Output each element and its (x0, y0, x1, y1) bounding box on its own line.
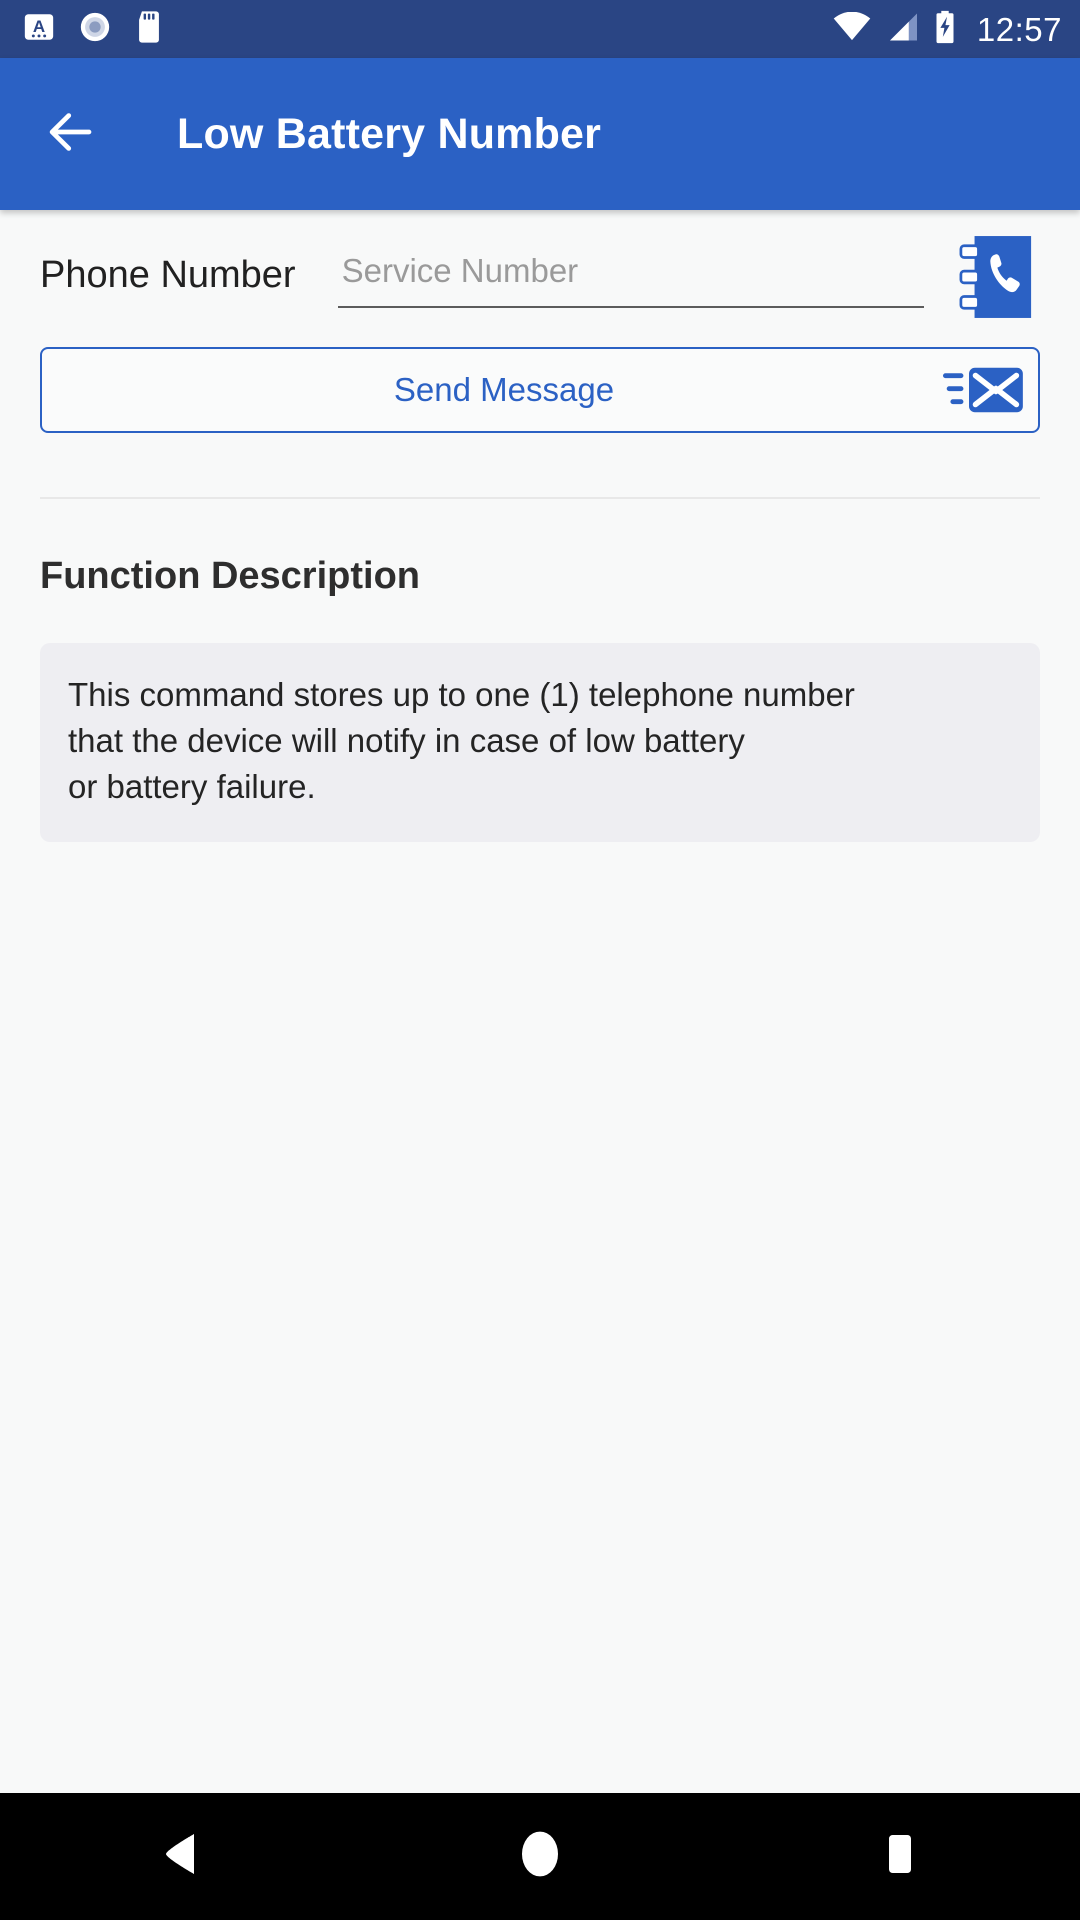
contact-book-icon (957, 232, 1035, 327)
main-content: Phone Number Send Message (0, 210, 1080, 1793)
app-notification-icon: A (22, 10, 56, 49)
status-bar-right-icons: 12:57 (833, 10, 1062, 49)
send-message-envelope-icon (926, 364, 1038, 416)
description-line: This command stores up to one (1) teleph… (68, 676, 855, 713)
phone-number-input-wrapper (337, 251, 924, 308)
app-bar: Low Battery Number (0, 58, 1080, 210)
nav-recents-button[interactable] (825, 1793, 975, 1920)
svg-text:A: A (33, 16, 45, 35)
description-line: or battery failure. (68, 767, 316, 805)
phone-number-input[interactable] (337, 251, 924, 292)
send-message-button-label: Send Message (393, 371, 615, 408)
nav-home-button[interactable] (465, 1793, 615, 1920)
back-triangle-icon (160, 1831, 200, 1882)
recents-square-icon (880, 1831, 920, 1882)
back-button[interactable] (40, 103, 102, 165)
android-navigation-bar (0, 1793, 1080, 1920)
cellular-signal-icon (885, 12, 919, 47)
section-divider (40, 497, 1040, 499)
battery-charging-icon (933, 10, 957, 49)
contact-picker-button[interactable] (952, 233, 1040, 327)
nav-back-button[interactable] (105, 1793, 255, 1920)
status-bar-clock: 12:57 (976, 10, 1062, 48)
status-bar-left-icons: A (22, 10, 164, 49)
page-title: Low Battery Number (177, 109, 602, 158)
sd-card-icon (134, 10, 164, 49)
home-circle-icon (518, 1830, 562, 1883)
arrow-left-icon (44, 105, 98, 164)
function-description-card: This command stores up to one (1) teleph… (40, 643, 1040, 842)
phone-number-label: Phone Number (40, 254, 296, 296)
function-description-heading: Function Description (40, 555, 420, 597)
record-circle-icon (78, 10, 112, 49)
description-line: that the device will notify in case of l… (68, 721, 745, 759)
status-bar: A 12:57 (0, 0, 1080, 58)
phone-screen: A 12:57 Low Battery Number Phone Number … (0, 0, 1080, 1920)
wifi-icon (833, 11, 871, 47)
send-message-button[interactable]: Send Message (40, 347, 1040, 433)
phone-number-row: Phone Number (40, 210, 1040, 335)
